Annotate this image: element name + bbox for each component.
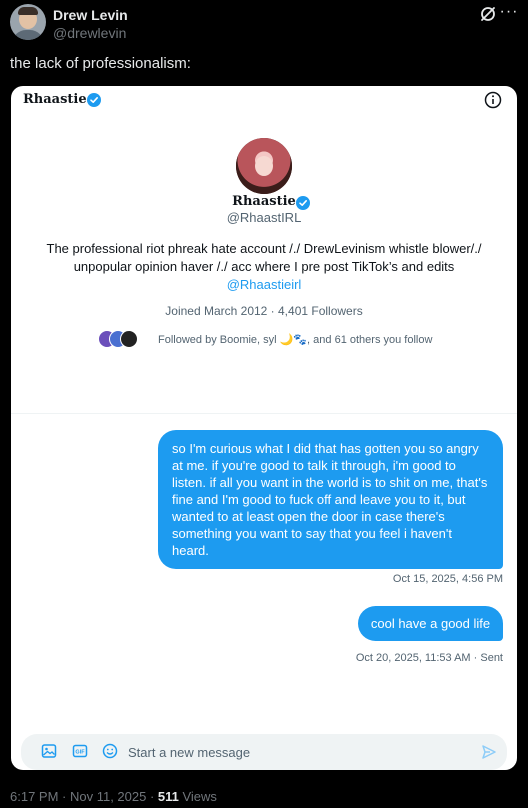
divider [11, 413, 517, 414]
tweet-text: the lack of professionalism: [10, 55, 191, 72]
svg-text:GIF: GIF [75, 750, 85, 756]
message-bubble[interactable]: cool have a good life [358, 606, 503, 641]
profile-bio: The professional riot phreak hate accoun… [31, 240, 497, 294]
tweet-footer: 6:17 PM · Nov 11, 2025 · 511 Views [10, 789, 217, 804]
message-timestamp: Oct 20, 2025, 11:53 AM · Sent [355, 652, 503, 664]
bio-link[interactable]: @Rhaastieirl [31, 276, 497, 294]
image-icon[interactable] [41, 743, 57, 759]
verified-badge-icon [296, 196, 310, 210]
views-label: Views [178, 789, 217, 804]
info-icon[interactable] [484, 91, 502, 109]
follower-avatar [120, 330, 138, 348]
tweet-header: Drew Levin @drewlevin ··· [10, 4, 518, 44]
profile-name-text: Rhaastie [232, 194, 296, 209]
message-bubble[interactable]: so I'm curious what I did that has gotte… [158, 430, 503, 569]
author-name[interactable]: Drew Levin [53, 7, 128, 23]
gif-icon[interactable]: GIF [72, 743, 88, 759]
bio-line: unpopular opinion haver /./ acc where I … [73, 259, 455, 274]
attached-image[interactable]: Rhaastie Rhaastie @RhaastIRL The profess… [11, 86, 517, 770]
author-avatar[interactable] [10, 4, 46, 40]
profile-name: Rhaastie [11, 194, 517, 209]
views-count: 511 [157, 789, 179, 804]
dm-header-name: Rhaastie [23, 92, 87, 107]
followed-by-text: Followed by Boomie, syl 🌙🐾, and 61 other… [158, 334, 433, 346]
tweet-timestamp[interactable]: 6:17 PM · Nov 11, 2025 · [10, 789, 158, 804]
more-options-icon[interactable]: ··· [498, 4, 520, 24]
verified-badge-icon [87, 93, 101, 107]
message-composer[interactable]: GIF Start a new message [21, 734, 507, 770]
message-input-placeholder[interactable]: Start a new message [128, 745, 250, 760]
grok-icon[interactable] [478, 4, 498, 24]
joined-followers: Joined March 2012 · 4,401 Followers [165, 304, 363, 318]
send-icon[interactable] [481, 744, 497, 760]
followed-by-row[interactable]: Followed by Boomie, syl 🌙🐾, and 61 other… [98, 330, 458, 350]
bio-line: The professional riot phreak hate accoun… [46, 241, 482, 256]
author-handle[interactable]: @drewlevin [53, 25, 126, 41]
profile-handle: @RhaastIRL [226, 210, 302, 225]
emoji-icon[interactable] [102, 743, 118, 759]
message-timestamp: Oct 15, 2025, 4:56 PM [392, 573, 503, 585]
profile-avatar[interactable] [236, 138, 292, 194]
